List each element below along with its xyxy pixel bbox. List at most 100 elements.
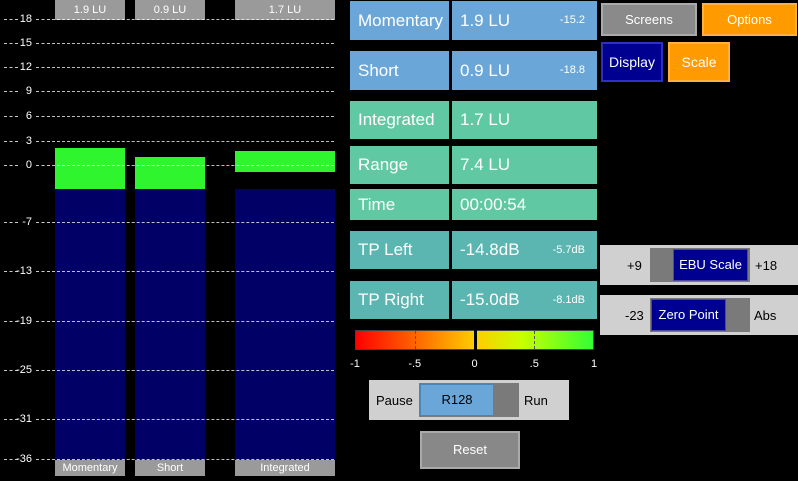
grid-line [52, 222, 334, 223]
loudness-meter-bar [55, 20, 125, 460]
grid-line [52, 91, 334, 92]
readout-label: Range [350, 146, 449, 184]
readout-value-cell: -14.8dB -5.7dB [452, 231, 597, 269]
grid-line [52, 67, 334, 68]
scale-tick-label: -25 [16, 364, 32, 376]
zero-point-toggle[interactable]: Zero Point [650, 298, 750, 332]
readout-secondary-value: -15.2 [559, 14, 585, 26]
meter-level-fill [135, 156, 205, 189]
display-button[interactable]: Display [601, 42, 663, 82]
pause-label: Pause [376, 393, 413, 408]
scale-tick-label: 15 [19, 37, 32, 49]
readout-label: TP Right [350, 281, 449, 319]
scale-tick: 6 [0, 110, 50, 128]
ebu-scale-panel: +9 EBU Scale +18 [600, 245, 798, 285]
r128-knob[interactable]: R128 [420, 384, 494, 416]
scale-tick: -19 [0, 315, 50, 333]
meter-bottom-label: Integrated [235, 460, 335, 476]
readout-label: Integrated [350, 101, 449, 139]
ebu-scale-knob[interactable]: EBU Scale [673, 249, 748, 281]
grid-line [52, 370, 334, 371]
meter-level-fill [55, 147, 125, 189]
scale-tick: -31 [0, 413, 50, 431]
readout-value-cell: 00:00:54 [452, 189, 597, 220]
readout-value-cell: 7.4 LU [452, 146, 597, 184]
zero-point-right-label: Abs [754, 308, 777, 323]
readout-value: 7.4 LU [460, 155, 511, 174]
grid-line [52, 141, 334, 142]
loudness-meter-bar [135, 20, 205, 460]
scale-tick: -25 [0, 364, 50, 382]
ebu-scale-toggle[interactable]: EBU Scale [650, 248, 750, 282]
meter-bottom-label: Short [135, 460, 205, 476]
readout-value: 00:00:54 [460, 195, 527, 214]
scale-tick: -13 [0, 265, 50, 283]
grid-line [52, 459, 334, 460]
readout-value-cell: -15.0dB -8.1dB [452, 281, 597, 319]
correlation-tick-label: -1 [350, 358, 360, 370]
readout-value: 1.9 LU [460, 11, 511, 30]
readout-value: -14.8dB [460, 240, 520, 259]
readout-label: Short [350, 51, 449, 90]
scale-tick: 3 [0, 135, 50, 153]
readout-value-cell: 1.7 LU [452, 101, 597, 139]
scale-button[interactable]: Scale [668, 42, 730, 82]
options-button[interactable]: Options [702, 3, 797, 36]
loudness-meter-bar [235, 20, 335, 460]
correlation-tick-label: 0 [471, 358, 478, 370]
meter-top-label: 0.9 LU [135, 0, 205, 20]
scale-tick-label: 6 [25, 110, 32, 122]
grid-line [52, 19, 334, 20]
correlation-tick-label: -.5 [408, 358, 422, 370]
readout-label: Time [350, 189, 449, 220]
scale-tick-label: 12 [19, 61, 32, 73]
scale-tick-label: -31 [16, 413, 32, 425]
scale-tick-label: -13 [16, 265, 32, 277]
scale-tick-label: -7 [22, 216, 32, 228]
grid-line [52, 165, 334, 166]
readout-value-cell: 1.9 LU -15.2 [452, 1, 597, 40]
readout-label: Momentary [350, 1, 449, 40]
correlation-tick-label: 1 [590, 358, 598, 370]
zero-point-panel: -23 Zero Point Abs [600, 295, 798, 335]
scale-tick: 18 [0, 13, 50, 31]
run-label: Run [524, 393, 548, 408]
ebu-scale-right-label: +18 [755, 258, 778, 273]
grid-line [52, 271, 334, 272]
grid-line [52, 419, 334, 420]
meter-top-label: 1.9 LU [55, 0, 125, 20]
meter-level-fill [235, 151, 335, 172]
readout-secondary-value: -5.7dB [552, 244, 585, 256]
grid-line [52, 116, 334, 117]
scale-tick-label: 0 [25, 159, 32, 171]
grid-line [52, 321, 334, 322]
scale-tick-label: 18 [19, 13, 32, 25]
reset-button[interactable]: Reset [420, 431, 520, 469]
scale-tick-label: 9 [25, 85, 32, 97]
readout-value-cell: 0.9 LU -18.8 [452, 51, 597, 90]
readout-value: 1.7 LU [460, 110, 511, 129]
correlation-marker [473, 330, 477, 350]
readout-secondary-value: -18.8 [559, 64, 585, 76]
meter-top-label: 1.7 LU [235, 0, 335, 20]
scale-tick: -36 [0, 453, 50, 471]
correlation-tick-label: .5 [529, 358, 539, 370]
readout-label: TP Left [350, 231, 449, 269]
zero-point-left-label: -23 [625, 308, 644, 323]
meter-bottom-label: Momentary [55, 460, 125, 476]
zero-point-knob[interactable]: Zero Point [651, 299, 726, 331]
scale-tick: 9 [0, 85, 50, 103]
scale-tick-label: -36 [16, 453, 32, 465]
readout-value: 0.9 LU [460, 61, 511, 80]
scale-tick: -7 [0, 216, 50, 234]
readout-value: -15.0dB [460, 290, 520, 309]
mode-toggle[interactable]: R128 [419, 383, 519, 417]
grid-line [52, 43, 334, 44]
scale-tick-label: -19 [16, 315, 32, 327]
scale-tick: 12 [0, 61, 50, 79]
ebu-scale-left-label: +9 [627, 258, 642, 273]
scale-tick-label: 3 [25, 135, 32, 147]
readout-secondary-value: -8.1dB [552, 294, 585, 306]
mode-panel: Pause R128 Run [369, 380, 569, 420]
screens-button[interactable]: Screens [601, 3, 697, 36]
